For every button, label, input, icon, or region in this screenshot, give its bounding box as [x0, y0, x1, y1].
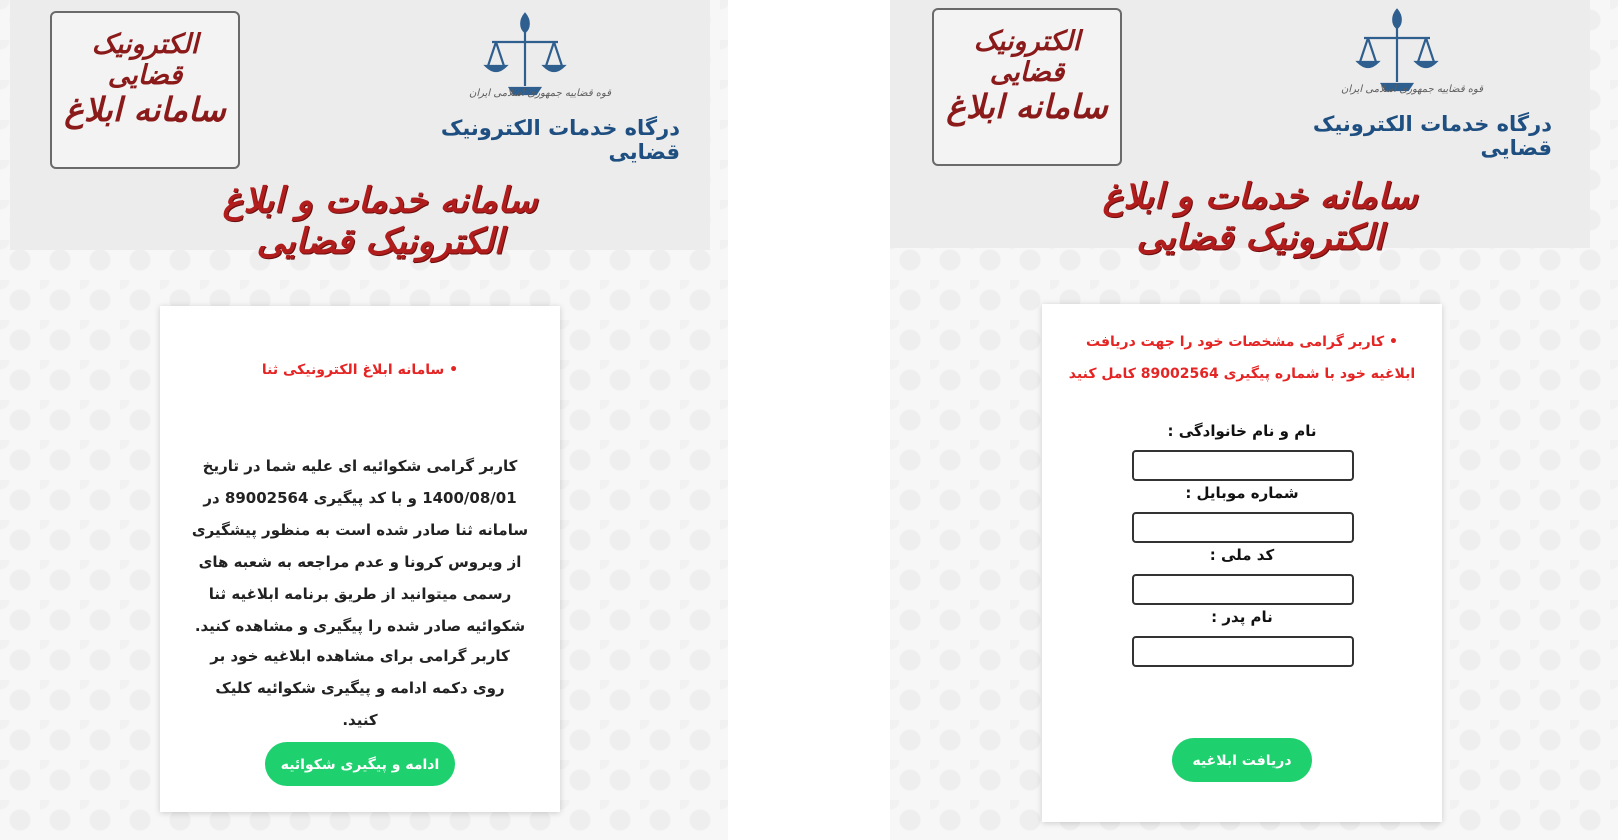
- father-name-label: نام پدر :: [1211, 608, 1273, 626]
- e-notice-stamp-logo: الکترونیک قضایی سامانه ابلاغ: [50, 11, 240, 169]
- mobile-number-input[interactable]: [1132, 512, 1354, 543]
- stamp-line-1: الکترونیک قضایی: [91, 29, 199, 92]
- judiciary-caption: قوه قضاییه جمهوری اسلامی ایران: [469, 88, 611, 99]
- portal-title: درگاه خدمات الکترونیک قضایی: [440, 116, 680, 164]
- father-name-input[interactable]: [1132, 636, 1354, 667]
- notice-title: • سامانه ابلاغ الکترونیکی ثنا: [261, 362, 459, 378]
- judiciary-caption: قوه قضاییه جمهوری اسلامی ایران: [1341, 84, 1483, 95]
- stamp-line-1: الکترونیک قضایی: [973, 26, 1081, 89]
- site-header: الکترونیک قضایی سامانه ابلاغ قوه قضاییه …: [10, 0, 710, 262]
- recipient-details-card: • کاربر گرامی مشخصات خود را جهت دریافت ا…: [1042, 304, 1442, 822]
- e-notice-stamp-logo: الکترونیک قضایی سامانه ابلاغ: [932, 8, 1122, 166]
- portal-title: درگاه خدمات الکترونیک قضایی: [1312, 112, 1552, 160]
- left-screen: الکترونیک قضایی سامانه ابلاغ قوه قضاییه …: [0, 0, 728, 840]
- stamp-line-3: سامانه ابلاغ: [946, 87, 1108, 127]
- national-id-label: کد ملی :: [1209, 546, 1275, 564]
- right-screen: الکترونیک قضایی سامانه ابلاغ قوه قضاییه …: [890, 0, 1618, 840]
- instruction-text: • کاربر گرامی مشخصات خود را جهت دریافت ا…: [1068, 334, 1416, 382]
- national-id-input[interactable]: [1132, 574, 1354, 605]
- full-name-input[interactable]: [1132, 450, 1354, 481]
- notice-paragraph-1: کاربر گرامی شکوائیه ای علیه شما در تاریخ…: [191, 457, 529, 635]
- full-name-label: نام و نام خانوادگی :: [1167, 422, 1317, 440]
- receive-notice-button[interactable]: دریافت ابلاغیه: [1172, 738, 1312, 782]
- stamp-line-3: سامانه ابلاغ: [64, 90, 226, 130]
- banner-title: سامانه خدمات و ابلاغ الکترونیک قضایی: [222, 180, 538, 262]
- site-header: الکترونیک قضایی سامانه ابلاغ قوه قضاییه …: [890, 0, 1590, 258]
- mobile-number-label: شماره موبایل :: [1185, 484, 1299, 502]
- screen-gap: [728, 0, 890, 840]
- notice-card: • سامانه ابلاغ الکترونیکی ثنا کاربر گرام…: [160, 306, 560, 812]
- continue-track-complaint-button[interactable]: ادامه و پیگیری شکوائیه: [265, 742, 455, 786]
- notice-paragraph-2: کاربر گرامی برای مشاهده ابلاغیه خود بر ر…: [210, 647, 510, 729]
- banner-title: سامانه خدمات و ابلاغ الکترونیک قضایی: [1102, 176, 1418, 258]
